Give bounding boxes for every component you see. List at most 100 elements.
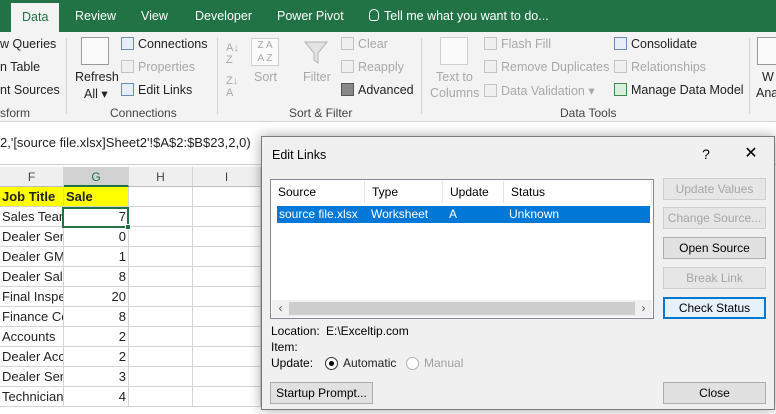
sale-cell[interactable]: 8 [64, 307, 129, 327]
tab-data[interactable]: Data [11, 3, 60, 32]
empty-cell[interactable] [193, 347, 261, 367]
empty-cell[interactable] [129, 327, 193, 347]
empty-cell[interactable] [193, 247, 261, 267]
properties-button[interactable]: Properties [121, 60, 195, 74]
job-title-cell[interactable]: Dealer Sales [0, 267, 64, 287]
job-title-cell[interactable]: Dealer GM [0, 247, 64, 267]
job-title-cell[interactable]: Dealer Accountant [0, 347, 64, 367]
empty-cell[interactable] [193, 187, 261, 207]
refresh-all-label[interactable]: Refresh [75, 70, 119, 84]
tab-review[interactable]: Review [75, 0, 116, 32]
connections-button[interactable]: Connections [121, 37, 208, 51]
sale-cell[interactable]: 3 [64, 367, 129, 387]
header-sale-cell[interactable]: Sale [64, 187, 129, 207]
break-link-button[interactable]: Break Link [663, 267, 766, 289]
automatic-radio[interactable] [325, 357, 338, 370]
sort-button[interactable]: Sort [254, 70, 277, 84]
what-if-label-2[interactable]: Ana [756, 86, 776, 100]
close-icon[interactable]: ✕ [734, 141, 768, 167]
job-title-cell[interactable]: Sales Team Lead [0, 207, 64, 227]
tab-power-pivot[interactable]: Power Pivot [277, 0, 344, 32]
column-header-i[interactable]: I [193, 167, 261, 187]
empty-cell[interactable] [193, 287, 261, 307]
links-list[interactable]: Source Type Update Status source file.xl… [270, 179, 654, 319]
scroll-left-icon[interactable]: ‹ [272, 300, 289, 317]
refresh-all-dropdown[interactable]: All ▾ [84, 86, 108, 101]
job-title-cell[interactable]: Final Inspector [0, 287, 64, 307]
empty-cell[interactable] [129, 207, 193, 227]
new-query-button[interactable]: w Queries [0, 37, 56, 51]
empty-cell[interactable] [129, 227, 193, 247]
empty-cell[interactable] [193, 267, 261, 287]
what-if-label-1[interactable]: W [762, 70, 774, 84]
column-header-f[interactable]: F [0, 167, 64, 187]
text-to-columns-label-2[interactable]: Columns [430, 86, 479, 100]
scrollbar-thumb[interactable] [289, 302, 635, 315]
fill-handle[interactable] [125, 224, 131, 230]
scroll-right-icon[interactable]: › [635, 300, 652, 317]
change-source-button[interactable]: Change Source... [663, 207, 766, 229]
tell-me-box[interactable]: Tell me what you want to do... [369, 0, 549, 32]
open-source-button[interactable]: Open Source [663, 237, 766, 259]
formula-text[interactable]: 2,'[source file.xlsx]Sheet2'!$A$2:$B$23,… [0, 135, 251, 150]
advanced-button[interactable]: Advanced [341, 83, 414, 97]
empty-cell[interactable] [129, 267, 193, 287]
from-table-button[interactable]: n Table [0, 60, 40, 74]
remove-duplicates-button[interactable]: Remove Duplicates [484, 60, 609, 74]
sale-cell[interactable]: 20 [64, 287, 129, 307]
sale-cell[interactable]: 4 [64, 387, 129, 407]
sort-az-icon[interactable]: A↓ Z [226, 42, 239, 66]
manage-data-model-button[interactable]: Manage Data Model [614, 83, 744, 97]
empty-cell[interactable] [129, 387, 193, 407]
text-to-columns-label-1[interactable]: Text to [436, 70, 473, 84]
filter-button[interactable]: Filter [303, 70, 331, 84]
sale-cell[interactable]: 2 [64, 347, 129, 367]
sort-za-icon[interactable]: Z↓ A [226, 75, 238, 99]
empty-cell[interactable] [193, 307, 261, 327]
relationships-button[interactable]: Relationships [614, 60, 706, 74]
empty-cell[interactable] [193, 227, 261, 247]
list-header-status[interactable]: Status [504, 181, 652, 203]
empty-cell[interactable] [193, 367, 261, 387]
data-validation-button[interactable]: Data Validation ▾ [484, 83, 595, 98]
list-item[interactable]: source file.xlsx Worksheet A Unknown [277, 206, 650, 223]
startup-prompt-button[interactable]: Startup Prompt... [270, 382, 373, 404]
sale-cell[interactable]: 2 [64, 327, 129, 347]
empty-cell[interactable] [129, 187, 193, 207]
job-title-cell[interactable]: Finance Co [0, 307, 64, 327]
horizontal-scrollbar[interactable]: ‹ › [272, 300, 652, 317]
empty-cell[interactable] [129, 247, 193, 267]
job-title-cell[interactable]: Dealer Service [0, 367, 64, 387]
reapply-button[interactable]: Reapply [341, 60, 404, 74]
job-title-cell[interactable]: Dealer Service [0, 227, 64, 247]
sale-cell[interactable]: 1 [64, 247, 129, 267]
empty-cell[interactable] [193, 387, 261, 407]
automatic-label[interactable]: Automatic [343, 356, 396, 370]
flash-fill-button[interactable]: Flash Fill [484, 37, 551, 51]
column-header-g[interactable]: G [64, 167, 129, 187]
list-header-type[interactable]: Type [365, 181, 443, 203]
check-status-button[interactable]: Check Status [663, 297, 766, 319]
recent-sources-button[interactable]: nt Sources [0, 83, 60, 97]
help-icon[interactable]: ? [689, 141, 723, 167]
tab-developer[interactable]: Developer [195, 0, 252, 32]
edit-links-button[interactable]: Edit Links [121, 83, 192, 97]
job-title-cell[interactable]: Technician [0, 387, 64, 407]
empty-cell[interactable] [129, 367, 193, 387]
list-header-source[interactable]: Source [271, 181, 365, 203]
empty-cell[interactable] [193, 327, 261, 347]
empty-cell[interactable] [193, 207, 261, 227]
list-header-update[interactable]: Update [443, 181, 504, 203]
manual-label[interactable]: Manual [424, 356, 463, 370]
sale-cell[interactable]: 8 [64, 267, 129, 287]
header-job-title-cell[interactable]: Job Title [0, 187, 64, 207]
tab-view[interactable]: View [141, 0, 168, 32]
empty-cell[interactable] [129, 347, 193, 367]
consolidate-button[interactable]: Consolidate [614, 37, 697, 51]
empty-cell[interactable] [129, 287, 193, 307]
job-title-cell[interactable]: Accounts [0, 327, 64, 347]
column-header-h[interactable]: H [129, 167, 193, 187]
sale-cell[interactable]: 0 [64, 227, 129, 247]
manual-radio[interactable] [406, 357, 419, 370]
update-values-button[interactable]: Update Values [663, 178, 766, 200]
